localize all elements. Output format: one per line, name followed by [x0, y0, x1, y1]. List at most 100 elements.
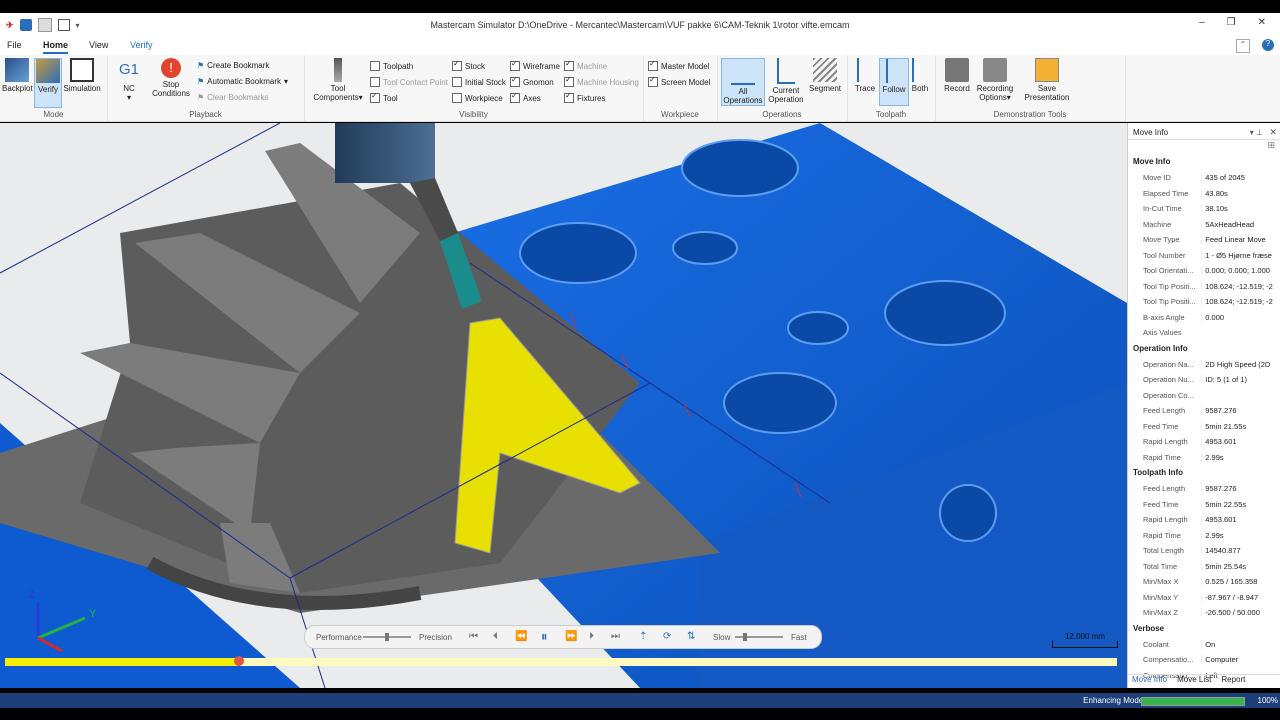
panel-settings-icon[interactable]: ⊞ [1128, 140, 1280, 154]
menu-file[interactable]: File [7, 40, 22, 50]
property-row: In-Cut Time 38.10s [1128, 201, 1280, 217]
current-operation-button[interactable]: Current Operation [767, 58, 805, 104]
scale-bar: 12.000 mm [1052, 632, 1118, 648]
timeline-progress [5, 658, 239, 666]
initial-stock-checkbox[interactable]: Initial Stock [452, 77, 506, 87]
group-label-toolpath: Toolpath [875, 110, 907, 119]
axes-checkbox[interactable]: Axes [510, 91, 541, 103]
both-button[interactable]: Both [909, 58, 931, 93]
move-tool-icon[interactable]: ⇡ [639, 631, 647, 642]
property-value: 1 - Ø5 Hjørne fræse [1201, 250, 1280, 260]
stop-conditions-button[interactable]: ! Stop Conditions [147, 58, 195, 98]
machine-checkbox[interactable]: Machine [564, 59, 607, 71]
gnomon-checkbox[interactable]: Gnomon [510, 75, 554, 87]
all-operations-button[interactable]: All Operations [721, 58, 765, 106]
trace-button[interactable]: Trace [853, 58, 877, 93]
close-button[interactable]: ✕ [1258, 17, 1266, 28]
verify-button[interactable]: Verify [34, 58, 62, 108]
property-value: 108.624; -12.519; -2 [1201, 297, 1280, 307]
speed-slider[interactable] [735, 633, 783, 641]
repeat-icon[interactable]: ⇅ [687, 631, 695, 642]
current-operation-icon [777, 58, 795, 84]
tab-report[interactable]: Report [1221, 675, 1245, 688]
axis-z-label: Z [28, 589, 35, 601]
automatic-bookmark-button[interactable]: ⚑ Automatic Bookmark ▾ [197, 77, 288, 86]
minimize-button[interactable]: – [1199, 17, 1205, 28]
workpiece-checkbox[interactable]: Workpiece [452, 93, 503, 103]
property-key: B-axis Angle [1143, 312, 1185, 322]
backplot-icon [5, 58, 29, 82]
timeline-bar[interactable] [5, 656, 1117, 666]
save-presentation-button[interactable]: Save Presentation [1019, 58, 1075, 102]
loop-icon[interactable]: ⟳ [663, 631, 671, 642]
status-bar: Enhancing Model 100% [0, 693, 1280, 708]
rewind-icon[interactable]: ⏪ [515, 631, 527, 642]
tab-move-list[interactable]: Move List [1177, 675, 1211, 688]
toolpath-checkbox[interactable]: Toolpath [370, 61, 413, 71]
slow-label: Slow [713, 633, 731, 642]
step-forward-icon[interactable]: ⏵ [589, 631, 594, 642]
panel-close-icon[interactable]: ✕ [1269, 127, 1277, 138]
tool-contact-point-checkbox[interactable]: Tool Contact Point [370, 77, 448, 87]
follow-button[interactable]: Follow [879, 58, 909, 106]
bookmark-icon: ⚑ [197, 61, 205, 70]
collapse-ribbon-icon[interactable]: ⌃ [1236, 39, 1250, 53]
property-key: Operation Nu... [1143, 375, 1194, 385]
quality-slider[interactable] [363, 633, 411, 641]
master-model-checkbox[interactable]: Master Model [648, 59, 709, 71]
menu-bar: File Home View Verify ⌃ ? [0, 37, 1280, 55]
backplot-button[interactable]: Backplot [2, 58, 33, 93]
property-key: Rapid Time [1143, 452, 1181, 462]
clear-bookmark-icon: ⚑ [197, 93, 205, 102]
property-value: On [1201, 639, 1280, 649]
menu-view[interactable]: View [89, 40, 108, 50]
property-value: Computer [1201, 655, 1280, 665]
property-row: Min/Max Y -87.967 / -8.947 [1128, 590, 1280, 606]
pause-icon[interactable]: ⏸ [541, 629, 548, 645]
property-value: 0.000; 0.000; 1.000 [1201, 266, 1280, 276]
tool-components-button[interactable]: Tool Components▾ [310, 58, 366, 102]
screen-model-checkbox[interactable]: Screen Model [648, 75, 710, 87]
help-icon[interactable]: ? [1262, 39, 1274, 51]
machine-housing-checkbox[interactable]: Machine Housing [564, 75, 639, 87]
wireframe-checkbox[interactable]: Wireframe [510, 59, 560, 71]
menu-home[interactable]: Home [43, 40, 69, 54]
clear-bookmarks-button[interactable]: ⚑ Clear Bookmarks [197, 93, 269, 102]
trace-icon [857, 58, 873, 82]
property-key: Min/Max Z [1143, 608, 1179, 618]
tab-move-info[interactable]: Move Info [1132, 675, 1167, 688]
panel-pin-icon[interactable]: ▾ ⊥ [1250, 128, 1263, 137]
section-header[interactable]: Operation Info [1128, 341, 1280, 357]
maximize-button[interactable]: ❐ [1227, 17, 1236, 28]
menu-verify[interactable]: Verify [130, 40, 153, 50]
fixtures-checkbox[interactable]: Fixtures [564, 91, 605, 103]
recording-options-button[interactable]: Recording Options▾ [975, 58, 1015, 102]
tool-checkbox[interactable]: Tool [370, 91, 398, 103]
property-key: Feed Time [1143, 499, 1179, 509]
timeline-handle[interactable] [233, 656, 244, 666]
record-button[interactable]: Record [941, 58, 973, 93]
property-value: -87.967 / -8.947 [1201, 592, 1280, 602]
section-header[interactable]: Toolpath Info [1128, 465, 1280, 481]
group-label-mode: Mode [43, 110, 64, 119]
tool-icon [334, 58, 342, 82]
simulation-button[interactable]: Simulation [62, 58, 102, 93]
property-row: Tool Number 1 - Ø5 Hjørne fræse [1128, 248, 1280, 264]
nc-button[interactable]: G1 NC ▾ [117, 58, 141, 102]
quality-slider-knob[interactable] [385, 633, 389, 641]
simulation-viewport[interactable]: Z Y [0, 123, 1127, 688]
panel-header: Move Info ▾ ⊥ ✕ [1128, 123, 1280, 140]
section-header[interactable]: Move Info [1128, 154, 1280, 170]
go-to-end-icon[interactable]: ⏭ [611, 631, 620, 642]
speed-slider-knob[interactable] [743, 633, 747, 641]
segment-button[interactable]: Segment [807, 58, 843, 93]
step-back-icon[interactable]: ⏴ [493, 631, 498, 642]
go-to-start-icon[interactable]: ⏮ [469, 631, 478, 642]
create-bookmark-button[interactable]: ⚑ Create Bookmark [197, 61, 269, 70]
play-forward-icon[interactable]: ⏩ [565, 631, 577, 642]
group-playback: G1 NC ▾ ! Stop Conditions ⚑ Create Bookmark… [107, 55, 305, 121]
nc-icon: G1 [118, 61, 139, 78]
stock-checkbox[interactable]: Stock [452, 59, 485, 71]
section-header[interactable]: Verbose [1128, 621, 1280, 637]
property-key: Total Time [1143, 561, 1178, 571]
